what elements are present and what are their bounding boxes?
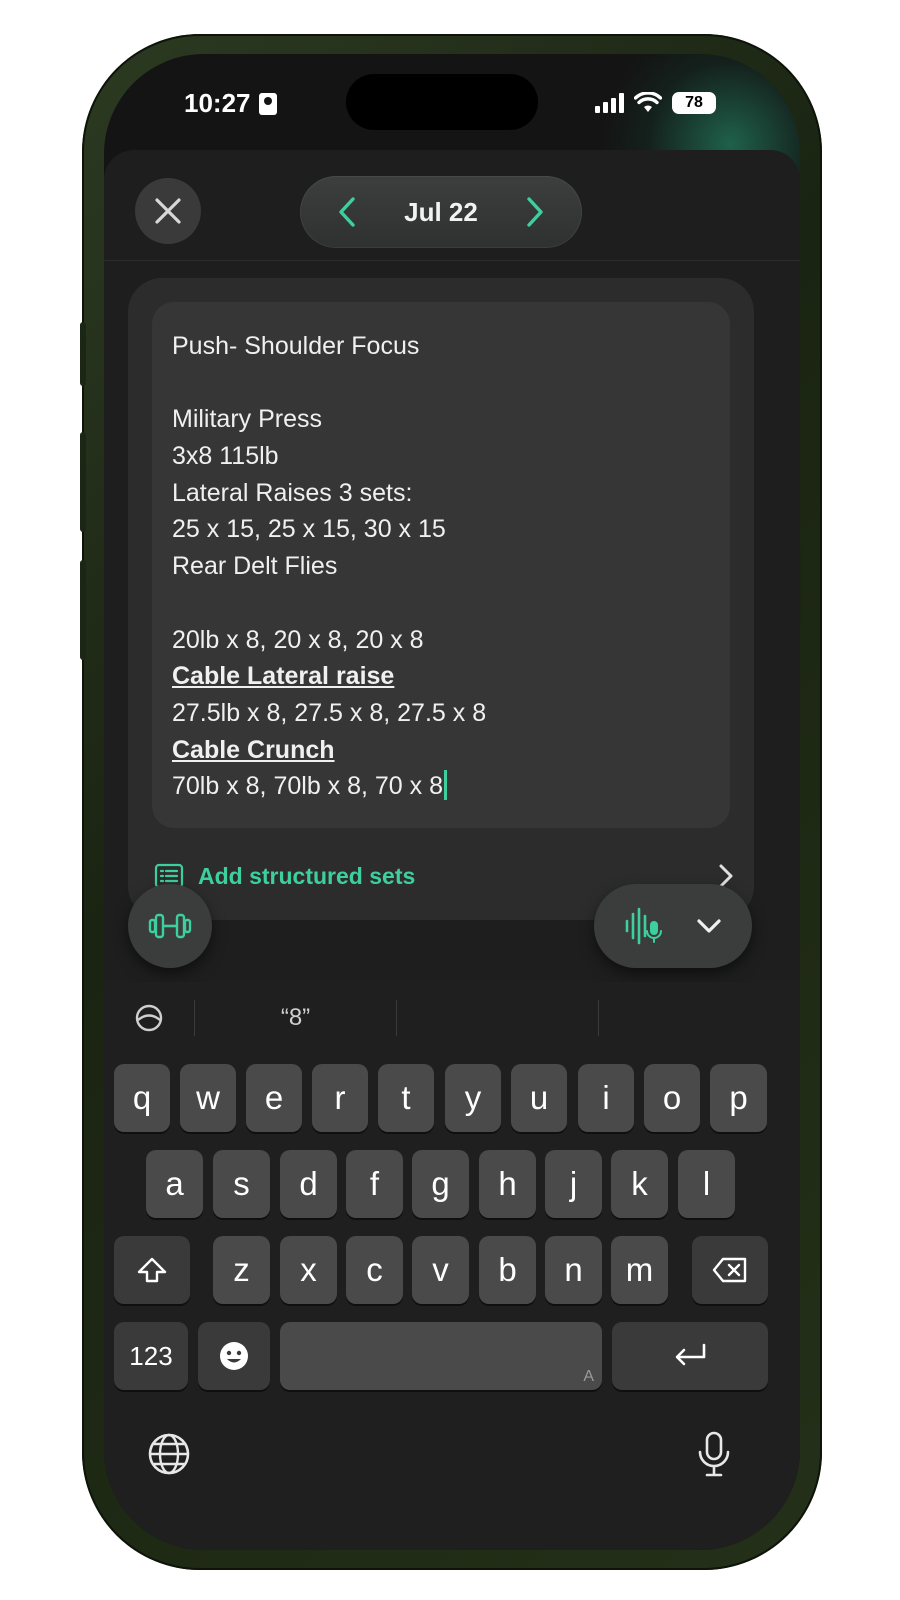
note-exercise-header: Cable Crunch [172, 735, 335, 764]
key-x[interactable]: x [280, 1236, 337, 1304]
key-b[interactable]: b [479, 1236, 536, 1304]
close-button[interactable] [135, 178, 201, 244]
keyboard: “8” q w e r t y u i o p a s d f g h j k … [104, 982, 800, 1550]
note-exercise-header: Cable Lateral raise [172, 662, 395, 691]
key-y[interactable]: y [445, 1064, 501, 1132]
numbers-key[interactable]: 123 [114, 1322, 188, 1390]
key-o[interactable]: o [644, 1064, 700, 1132]
note-line-last: 70lb x 8, 70lb x 8, 70 x 8 [172, 768, 710, 805]
emoji-key[interactable] [198, 1322, 270, 1390]
key-i[interactable]: i [578, 1064, 634, 1132]
battery-level: 78 [685, 94, 703, 111]
suggestion-bar: “8” [104, 982, 800, 1054]
workout-note-editor[interactable]: Push- Shoulder Focus Military Press 3x8 … [152, 302, 730, 828]
date-label[interactable]: Jul 22 [404, 197, 478, 228]
cellular-signal-icon [595, 93, 624, 113]
prediction-button[interactable] [104, 1003, 194, 1033]
status-time-text: 10:27 [184, 88, 251, 118]
battery-indicator: 78 [672, 92, 716, 114]
status-time: 10:27 [184, 88, 277, 119]
suggestion-1[interactable]: “8” [195, 1004, 396, 1032]
key-f[interactable]: f [346, 1150, 403, 1218]
text-cursor [444, 770, 448, 801]
key-h[interactable]: h [479, 1150, 536, 1218]
side-button [80, 432, 86, 532]
delete-icon [712, 1257, 747, 1283]
key-r[interactable]: r [312, 1064, 368, 1132]
key-n[interactable]: n [545, 1236, 602, 1304]
contact-card-icon [258, 92, 277, 115]
suggestion-separator [396, 1000, 397, 1036]
shift-icon [137, 1257, 167, 1283]
space-key-hint: A [583, 1368, 594, 1385]
globe-icon[interactable] [147, 1432, 191, 1476]
voice-input-control [594, 884, 752, 968]
add-structured-sets-label: Add structured sets [198, 862, 416, 889]
dynamic-island [346, 74, 538, 130]
delete-key[interactable] [692, 1236, 768, 1304]
note-line: 27.5lb x 8, 27.5 x 8, 27.5 x 8 [172, 698, 487, 727]
note-line: 3x8 115lb [172, 442, 279, 471]
close-icon [155, 198, 181, 224]
key-c[interactable]: c [346, 1236, 403, 1304]
return-icon [675, 1343, 706, 1366]
note-line [172, 585, 710, 622]
wifi-icon [634, 92, 662, 112]
key-k[interactable]: k [611, 1150, 668, 1218]
key-v[interactable]: v [412, 1236, 469, 1304]
key-q[interactable]: q [114, 1064, 170, 1132]
key-z[interactable]: z [213, 1236, 270, 1304]
key-g[interactable]: g [412, 1150, 469, 1218]
key-e[interactable]: e [246, 1064, 302, 1132]
note-line [172, 365, 710, 402]
key-a[interactable]: a [146, 1150, 203, 1218]
chevron-down-icon[interactable] [696, 918, 722, 934]
prediction-icon [135, 1004, 163, 1032]
key-s[interactable]: s [213, 1150, 270, 1218]
side-button [80, 322, 86, 386]
note-line: Push- Shoulder Focus [172, 332, 420, 360]
key-j[interactable]: j [545, 1150, 602, 1218]
exercise-button[interactable] [128, 884, 212, 968]
emoji-icon [220, 1342, 248, 1370]
note-line: Military Press [172, 405, 323, 434]
screen: 10:27 78 Jul 22 Push- Shoulder Focus Mil… [104, 54, 800, 1550]
chevron-left-icon[interactable] [336, 196, 358, 228]
shift-key[interactable] [114, 1236, 190, 1304]
key-t[interactable]: t [378, 1064, 434, 1132]
key-w[interactable]: w [180, 1064, 236, 1132]
key-p[interactable]: p [710, 1064, 767, 1132]
note-line: Rear Delt Flies [172, 552, 338, 581]
note-line: 20lb x 8, 20 x 8, 20 x 8 [172, 625, 424, 654]
note-line: Lateral Raises 3 sets: [172, 478, 413, 507]
suggestion-separator [598, 1000, 599, 1036]
note-last-text: 70lb x 8, 70lb x 8, 70 x 8 [172, 772, 444, 801]
side-button [80, 560, 86, 660]
key-l[interactable]: l [678, 1150, 735, 1218]
chevron-right-icon[interactable] [524, 196, 546, 228]
note-line: 25 x 15, 25 x 15, 30 x 15 [172, 515, 446, 544]
key-d[interactable]: d [280, 1150, 337, 1218]
status-indicators: 78 [595, 92, 716, 114]
dumbbell-icon [148, 913, 192, 939]
microphone-icon[interactable] [696, 1430, 732, 1478]
voice-waveform-mic-icon[interactable] [624, 907, 664, 945]
date-navigator: Jul 22 [300, 176, 582, 248]
key-m[interactable]: m [611, 1236, 668, 1304]
space-key[interactable]: A [280, 1322, 602, 1390]
return-key[interactable] [612, 1322, 768, 1390]
key-u[interactable]: u [511, 1064, 567, 1132]
header-divider [104, 260, 800, 261]
